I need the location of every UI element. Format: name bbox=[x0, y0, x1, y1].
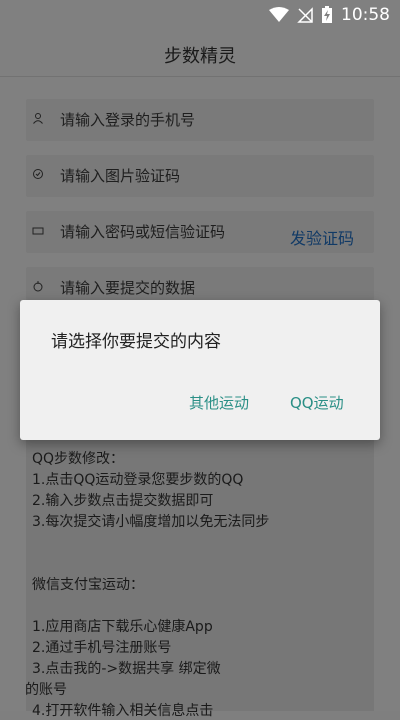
instruction-line: 3.每次提交请小幅度增加以免无法同步 bbox=[32, 514, 270, 530]
instruction-line: 2.输入步数点击提交数据即可 bbox=[32, 493, 214, 509]
instructions-panel: QQ步数修改： 1.点击QQ运动登录您要步数的QQ 2.输入步数点击提交数据即可… bbox=[25, 438, 374, 719]
status-icons: 10:58 bbox=[269, 5, 390, 25]
instruction-line: 1.应用商店下载乐心健康App bbox=[32, 619, 213, 635]
send-code-button[interactable]: 发验证码 bbox=[290, 225, 354, 249]
person-icon bbox=[33, 113, 43, 124]
instruction-line: 1.点击QQ运动登录您要步数的QQ bbox=[32, 472, 244, 488]
select-content-dialog: 请选择你要提交的内容 其他运动 QQ运动 bbox=[20, 300, 380, 440]
instruction-line: 的账号 bbox=[25, 682, 67, 698]
instruction-line: 3.点击我的->数据共享 绑定微 bbox=[32, 661, 221, 677]
other-sport-button[interactable]: 其他运动 bbox=[189, 392, 249, 413]
status-time: 10:58 bbox=[341, 5, 390, 25]
wifi-icon bbox=[269, 7, 289, 22]
phone-field[interactable] bbox=[26, 99, 374, 141]
steps-icon bbox=[33, 281, 43, 292]
password-input[interactable] bbox=[60, 211, 300, 253]
captcha-icon bbox=[33, 169, 43, 179]
phone-input[interactable] bbox=[60, 99, 280, 141]
status-bar: 10:58 bbox=[0, 0, 400, 32]
dialog-title: 请选择你要提交的内容 bbox=[51, 332, 221, 352]
instruction-line: 2.通过手机号注册账号 bbox=[32, 640, 172, 656]
lock-icon bbox=[32, 227, 44, 235]
app-title: 步数精灵 bbox=[164, 46, 236, 67]
instruction-line: QQ步数修改： bbox=[32, 451, 125, 467]
captcha-input[interactable] bbox=[60, 155, 280, 197]
qq-sport-button[interactable]: QQ运动 bbox=[290, 392, 344, 413]
instruction-line: 4.打开软件输入相关信息点击 bbox=[32, 703, 214, 719]
captcha-field[interactable] bbox=[26, 155, 374, 197]
battery-charging-icon bbox=[322, 6, 332, 23]
no-signal-icon bbox=[297, 7, 313, 23]
app-bar: 步数精灵 bbox=[0, 32, 400, 77]
instruction-line: 微信支付宝运动： bbox=[32, 577, 144, 593]
